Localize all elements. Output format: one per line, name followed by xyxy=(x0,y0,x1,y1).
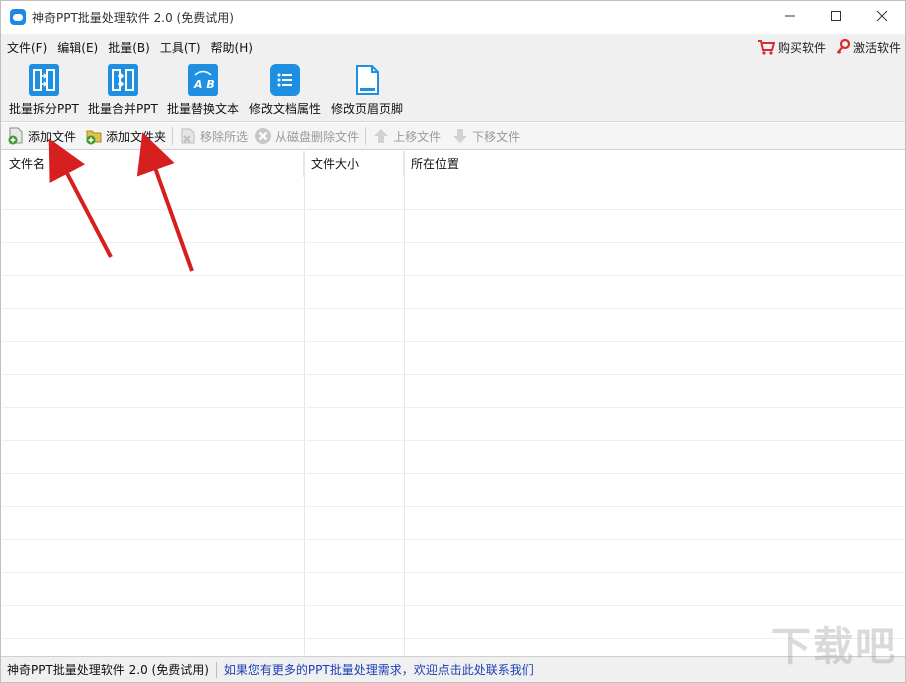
move-up-label: 上移文件 xyxy=(393,129,442,144)
close-button[interactable] xyxy=(859,1,905,31)
add-folder-icon xyxy=(85,127,103,145)
batch-replace-text-button[interactable]: A B 批量替换文本 xyxy=(167,64,239,117)
menu-help[interactable]: 帮助(H) xyxy=(205,39,257,56)
add-file-label: 添加文件 xyxy=(28,129,77,144)
move-down-button[interactable]: 下移文件 xyxy=(451,127,520,145)
split-ppt-icon xyxy=(28,64,59,96)
buy-software-label: 购买软件 xyxy=(777,40,826,55)
modify-doc-properties-button[interactable]: 修改文档属性 xyxy=(249,64,321,117)
row-line xyxy=(2,506,904,507)
modify-header-footer-label: 修改页眉页脚 xyxy=(331,102,404,116)
maximize-icon xyxy=(831,11,841,21)
status-app-name: 神奇PPT批量处理软件 2.0 (免费试用) xyxy=(7,663,209,677)
row-line xyxy=(2,209,904,210)
column-header-filename[interactable]: 文件名 xyxy=(2,151,304,177)
row-line xyxy=(2,407,904,408)
key-icon xyxy=(836,39,850,54)
menu-tools[interactable]: 工具(T) xyxy=(154,39,205,56)
title-bar: 神奇PPT批量处理软件 2.0 (免费试用) xyxy=(1,1,905,33)
row-line xyxy=(2,242,904,243)
add-folder-button[interactable]: 添加文件夹 xyxy=(85,127,166,145)
menu-batch[interactable]: 批量(B) xyxy=(102,39,154,56)
remove-selected-icon xyxy=(179,127,197,145)
row-line xyxy=(2,539,904,540)
cart-icon xyxy=(757,40,775,55)
row-line xyxy=(2,374,904,375)
activate-software-button[interactable]: 激活软件 xyxy=(836,39,901,56)
file-list-table[interactable]: 文件名 文件大小 所在位置 xyxy=(2,151,904,655)
batch-split-ppt-button[interactable]: 批量拆分PPT xyxy=(9,64,79,117)
column-header-location[interactable]: 所在位置 xyxy=(404,151,904,177)
row-line xyxy=(2,605,904,606)
column-divider xyxy=(304,151,305,655)
menu-bar: 文件(F) 编辑(E) 批量(B) 工具(T) 帮助(H) 购买软件 激活软件 xyxy=(1,34,905,60)
row-line xyxy=(2,308,904,309)
status-separator xyxy=(215,661,217,678)
row-line xyxy=(2,341,904,342)
delete-from-disk-icon xyxy=(254,127,272,145)
add-file-button[interactable]: 添加文件 xyxy=(7,127,76,145)
modify-doc-properties-label: 修改文档属性 xyxy=(249,102,322,116)
remove-selected-button[interactable]: 移除所选 xyxy=(179,127,248,145)
batch-split-ppt-label: 批量拆分PPT xyxy=(9,102,79,116)
maximize-button[interactable] xyxy=(813,1,859,31)
row-line xyxy=(2,275,904,276)
buy-software-button[interactable]: 购买软件 xyxy=(757,39,826,56)
header-footer-icon xyxy=(352,64,382,96)
activate-software-label: 激活软件 xyxy=(852,40,901,55)
modify-header-footer-button[interactable]: 修改页眉页脚 xyxy=(331,64,403,117)
delete-from-disk-button[interactable]: 从磁盘删除文件 xyxy=(254,127,359,145)
menu-edit[interactable]: 编辑(E) xyxy=(51,39,102,56)
merge-ppt-icon xyxy=(107,64,138,96)
app-logo-icon xyxy=(10,9,26,25)
row-line xyxy=(2,638,904,639)
file-toolbar: 添加文件 添加文件夹 移除所选 从磁盘删除文件 上移文件 下移文件 xyxy=(1,123,905,150)
toolbar-separator xyxy=(365,127,367,145)
delete-from-disk-label: 从磁盘删除文件 xyxy=(275,129,360,144)
menubar-right: 购买软件 激活软件 xyxy=(747,34,901,60)
doc-properties-icon xyxy=(270,64,300,96)
remove-selected-label: 移除所选 xyxy=(200,129,249,144)
main-toolbar: 批量拆分PPT 批量合并PPT A B 批量替换文本 修改文档属性 修改页眉页脚 xyxy=(1,60,905,122)
toolbar-separator xyxy=(172,127,174,145)
app-window: 神奇PPT批量处理软件 2.0 (免费试用) 文件(F) 编辑(E) 批量(B)… xyxy=(0,0,906,683)
close-icon xyxy=(876,10,888,22)
window-controls xyxy=(767,1,905,33)
contact-us-link[interactable]: 如果您有更多的PPT批量处理需求，欢迎点击此处联系我们 xyxy=(224,661,534,678)
minimize-button[interactable] xyxy=(767,1,813,31)
batch-replace-text-label: 批量替换文本 xyxy=(167,102,240,116)
minimize-icon xyxy=(785,15,795,17)
add-file-icon xyxy=(7,127,25,145)
status-bar: 神奇PPT批量处理软件 2.0 (免费试用) 如果您有更多的PPT批量处理需求，… xyxy=(1,656,905,682)
table-header: 文件名 文件大小 所在位置 xyxy=(2,151,904,177)
move-down-label: 下移文件 xyxy=(472,129,521,144)
move-up-button[interactable]: 上移文件 xyxy=(372,127,441,145)
replace-text-icon: A B xyxy=(188,64,218,96)
row-line xyxy=(2,572,904,573)
column-header-filesize[interactable]: 文件大小 xyxy=(304,151,404,177)
row-line xyxy=(2,440,904,441)
batch-merge-ppt-button[interactable]: 批量合并PPT xyxy=(88,64,158,117)
batch-merge-ppt-label: 批量合并PPT xyxy=(88,102,158,116)
row-line xyxy=(2,473,904,474)
menu-file[interactable]: 文件(F) xyxy=(1,39,51,56)
add-folder-label: 添加文件夹 xyxy=(106,129,167,144)
window-title: 神奇PPT批量处理软件 2.0 (免费试用) xyxy=(32,10,234,25)
move-down-icon xyxy=(451,127,469,145)
svg-text:A B: A B xyxy=(193,78,215,91)
watermark-logo: 下载吧 xyxy=(771,624,897,670)
column-divider xyxy=(404,151,405,655)
move-up-icon xyxy=(372,127,390,145)
